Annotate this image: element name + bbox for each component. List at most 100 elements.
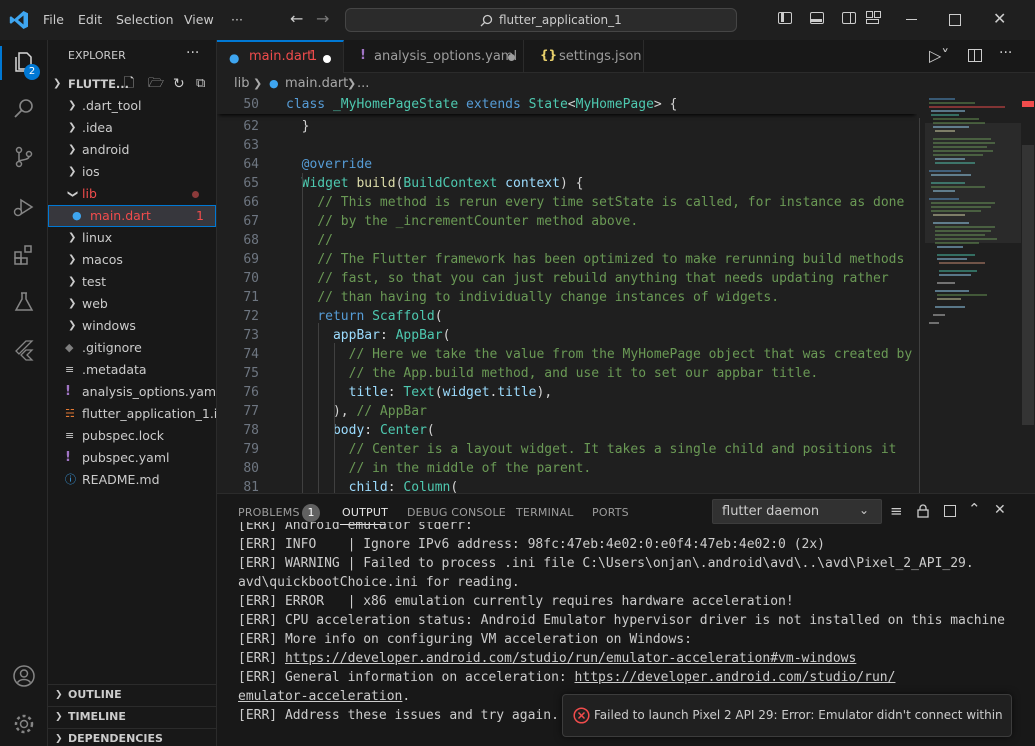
minimize-icon[interactable]: [906, 19, 917, 20]
tree-item-dart-tool[interactable]: ❯ .dart_tool: [48, 95, 216, 117]
output-link[interactable]: emulator-acceleration: [238, 689, 402, 704]
close-window-icon[interactable]: ✕: [993, 9, 1006, 28]
tree-item-readme-md[interactable]: ⓘ README.md: [48, 469, 216, 491]
settings-gear-icon[interactable]: [12, 712, 36, 736]
output-link[interactable]: https://developer.android.com/studio/run…: [285, 651, 856, 666]
toggle-secondary-sidebar-icon[interactable]: [842, 12, 856, 24]
breadcrumb-symbol[interactable]: ...: [357, 73, 369, 95]
code-editor[interactable]: lib ❯ ● main.dart ❯ ... 50 class _MyHomeP…: [217, 73, 1035, 493]
tab-settings-json[interactable]: {} settings.json: [524, 40, 644, 73]
chevron-right-icon: ❯: [55, 712, 63, 722]
source-control-icon[interactable]: [12, 145, 36, 169]
back-arrow-icon[interactable]: ←: [290, 9, 303, 28]
error-notification[interactable]: Failed to launch Pixel 2 API 29: Error: …: [562, 694, 1012, 737]
section-timeline[interactable]: ❯ TIMELINE: [48, 706, 216, 728]
collapse-all-icon[interactable]: ⧉: [196, 73, 205, 95]
split-editor-icon[interactable]: [968, 49, 982, 62]
section-outline[interactable]: ❯ OUTLINE: [48, 684, 216, 706]
customize-layout-icon[interactable]: [866, 11, 881, 25]
tree-item-test[interactable]: ❯ test: [48, 271, 216, 293]
tab-ports[interactable]: PORTS: [592, 506, 629, 519]
tab-analysis-options[interactable]: ! analysis_options.yaml: [344, 40, 524, 73]
tab-problems[interactable]: PROBLEMS: [238, 506, 300, 519]
breadcrumb-lib[interactable]: lib: [234, 73, 249, 95]
tab-debug-console[interactable]: DEBUG CONSOLE: [407, 506, 506, 519]
error-icon: [573, 707, 590, 724]
chevron-right-icon: ❯: [68, 100, 77, 111]
toggle-panel-icon[interactable]: [810, 12, 824, 24]
tree-item-label: android: [82, 142, 130, 157]
code-line: 73 appBar: AppBar(: [217, 326, 917, 345]
tree-item-metadata[interactable]: ≡ .metadata: [48, 359, 216, 381]
toggle-sidebar-icon[interactable]: [778, 12, 792, 24]
unsaved-dot-icon[interactable]: [323, 55, 331, 63]
section-timeline-label: TIMELINE: [68, 710, 126, 723]
menu-file[interactable]: File: [43, 12, 64, 27]
maximize-panel-icon[interactable]: [944, 505, 956, 517]
close-panel-icon[interactable]: ✕: [994, 502, 1006, 518]
code-line: 68 //: [217, 231, 917, 250]
text-file-icon: ≡: [65, 363, 75, 376]
more-actions-icon[interactable]: ···: [999, 45, 1012, 61]
clear-output-icon[interactable]: ≡: [890, 502, 903, 520]
new-folder-icon[interactable]: 🗁: [148, 73, 164, 95]
tab-main-dart-label: main.dart: [249, 49, 313, 64]
tree-item-flutter-application-1-i[interactable]: ☵ flutter_application_1.i...: [48, 403, 216, 425]
run-debug-dropdown-icon[interactable]: ▷˅: [929, 46, 949, 65]
account-icon[interactable]: [12, 664, 36, 688]
chevron-up-icon[interactable]: ⌃: [968, 500, 981, 518]
command-center-search[interactable]: flutter_application_1: [345, 8, 737, 32]
breadcrumb: lib ❯ ● main.dart ❯ ...: [217, 73, 1035, 95]
line-number: 77: [243, 404, 259, 419]
tree-item-macos[interactable]: ❯ macos: [48, 249, 216, 271]
menu-selection[interactable]: Selection: [116, 12, 174, 27]
code-text: ), // AppBar: [332, 404, 427, 419]
menu-more[interactable]: ···: [231, 12, 243, 27]
tree-item-linux[interactable]: ❯ linux: [48, 227, 216, 249]
output-channel-select[interactable]: flutter daemon ⌄: [712, 499, 882, 524]
maximize-icon[interactable]: [949, 14, 961, 26]
scrollbar-thumb[interactable]: [1022, 145, 1034, 425]
forward-arrow-icon[interactable]: →: [316, 9, 329, 28]
error-marker: [1022, 101, 1034, 107]
tree-item-web[interactable]: ❯ web: [48, 293, 216, 315]
tree-item-main-dart[interactable]: ● main.dart 1: [48, 205, 216, 227]
search-icon[interactable]: [12, 97, 36, 121]
tree-item-pubspec-lock[interactable]: ≡ pubspec.lock: [48, 425, 216, 447]
more-actions-icon[interactable]: ···: [186, 45, 199, 61]
minimap-content: [925, 98, 1021, 324]
tree-item-gitignore[interactable]: ◆ .gitignore: [48, 337, 216, 359]
refresh-icon[interactable]: ↻: [173, 73, 185, 95]
tree-item-lib[interactable]: ❯ lib: [48, 183, 216, 205]
tree-item-analysis-options-yaml[interactable]: ! analysis_options.yaml: [48, 381, 216, 403]
unsaved-dot-icon[interactable]: [508, 54, 515, 61]
tree-item-windows[interactable]: ❯ windows: [48, 315, 216, 337]
tree-item-pubspec-yaml[interactable]: ! pubspec.yaml: [48, 447, 216, 469]
line-number: 66: [243, 195, 259, 210]
tree-item-label: linux: [82, 230, 113, 245]
menu-view[interactable]: View: [184, 12, 214, 27]
breadcrumb-main-dart[interactable]: main.dart: [285, 73, 348, 95]
lock-scroll-icon[interactable]: [917, 504, 929, 518]
line-number: 64: [243, 157, 259, 172]
tree-item-ios[interactable]: ❯ ios: [48, 161, 216, 183]
run-debug-icon[interactable]: [12, 195, 36, 219]
output-link[interactable]: https://developer.android.com/studio/run…: [575, 670, 896, 685]
editor-scrollbar[interactable]: [1021, 95, 1035, 493]
new-file-icon[interactable]: 🗋: [124, 73, 134, 95]
code-line: 69 // The Flutter framework has been opt…: [217, 250, 917, 269]
testing-flask-icon[interactable]: [12, 290, 36, 314]
tree-item-label: .dart_tool: [82, 98, 142, 113]
project-folder-header[interactable]: ❯ FLUTTE... 🗋 🗁 ↻ ⧉: [48, 73, 216, 95]
tab-main-dart[interactable]: ● main.dart 1: [217, 40, 344, 73]
tree-item-android[interactable]: ❯ android: [48, 139, 216, 161]
flutter-icon[interactable]: [12, 338, 36, 362]
tab-output[interactable]: OUTPUT: [342, 506, 388, 519]
tree-item-idea[interactable]: ❯ .idea: [48, 117, 216, 139]
section-dependencies[interactable]: ❯ DEPENDENCIES: [48, 728, 216, 746]
extensions-icon[interactable]: [12, 243, 36, 267]
tab-terminal[interactable]: TERMINAL: [516, 506, 574, 519]
activity-bar: 2: [0, 40, 48, 746]
minimap[interactable]: [925, 95, 1021, 493]
menu-edit[interactable]: Edit: [78, 12, 102, 27]
